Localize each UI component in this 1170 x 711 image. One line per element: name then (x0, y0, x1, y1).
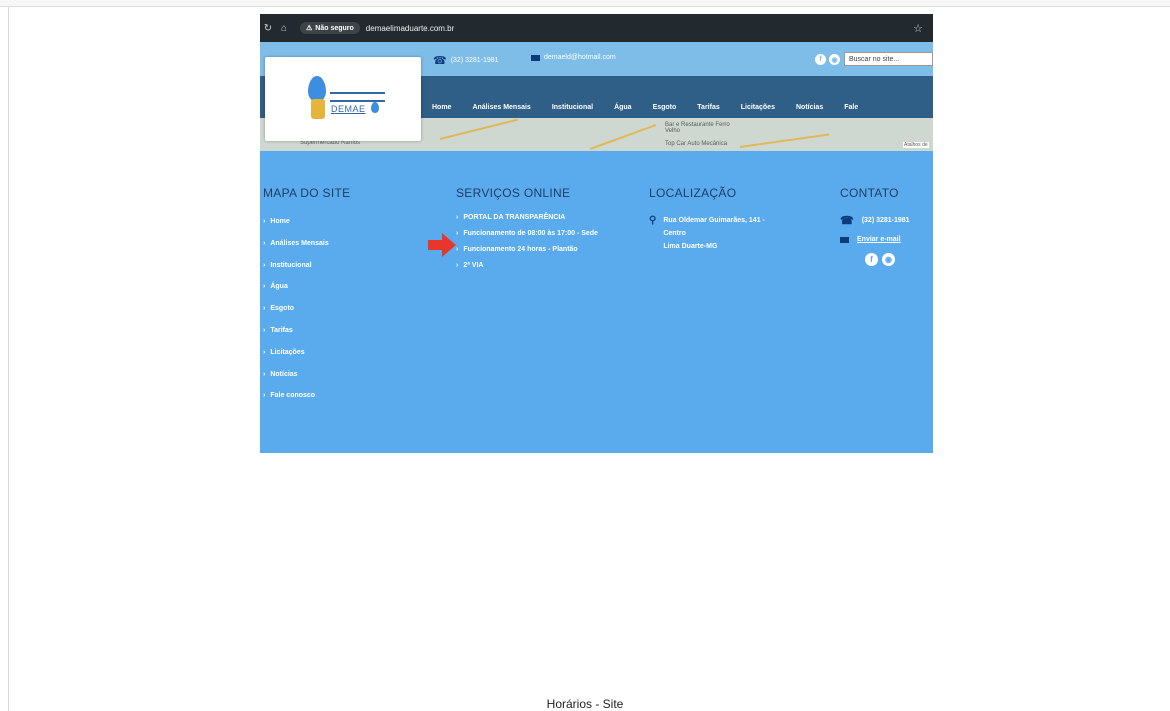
sitemap-link[interactable]: › Fale conosco (263, 392, 350, 414)
mascot-icon (311, 99, 325, 119)
service-link[interactable]: › Funcionamento 24 horas - Plantão (456, 246, 626, 253)
sitemap-link[interactable]: › Licitações (263, 349, 350, 371)
contact-title: CONTATO (840, 186, 899, 200)
nav-item-tarifas[interactable]: Tarifas (697, 104, 719, 111)
contact-column: CONTATO ☎ (32) 3281-1981 Enviar e-mail f … (840, 186, 910, 266)
bookmark-star-icon[interactable]: ☆ (913, 22, 923, 35)
map-label: Bar e Restaurante Ferro Velho (665, 122, 730, 134)
chevron-right-icon: › (263, 370, 266, 378)
warning-icon: ⚠ (306, 25, 313, 32)
nav-item-home[interactable]: Home (432, 104, 451, 111)
nav-item-fale[interactable]: Fale (844, 104, 858, 111)
red-arrow-icon (428, 233, 456, 257)
chevron-right-icon: › (263, 283, 266, 291)
logo-bars (330, 92, 385, 102)
chevron-right-icon: › (456, 230, 459, 237)
sitemap-column: MAPA DO SITE › Home › Análises Mensais › In… (263, 186, 350, 414)
sitemap-title: MAPA DO SITE (263, 186, 351, 200)
figure-caption: Horários - Site (546, 697, 624, 711)
services-column: SERVIÇOS ONLINE › PORTAL DA TRANSPARÊNCIA… (456, 186, 626, 278)
chevron-right-icon: › (456, 214, 459, 221)
chevron-right-icon: › (456, 246, 459, 253)
phone-icon: ☎ (840, 215, 854, 227)
topbar-socials: f ◉ (815, 54, 840, 65)
sitemap-link[interactable]: › Institucional (263, 262, 350, 284)
browser-address-bar: ↻ ⌂ ⚠ Não seguro demaelimaduarte.com.br ☆ (260, 14, 933, 42)
chevron-right-icon: › (263, 392, 266, 400)
address-line: Lima Duarte-MG (663, 243, 718, 250)
site-logo[interactable]: DEMAE (265, 57, 421, 141)
nav-item-institucional[interactable]: Institucional (552, 104, 593, 111)
service-link[interactable]: › Funcionamento de 08:00 às 17:00 - Sede (456, 230, 626, 237)
logo-text: DEMAE (331, 104, 366, 114)
map-road (739, 133, 830, 148)
service-link[interactable]: › 2ª VIA (456, 262, 626, 269)
location-title: LOCALIZAÇÃO (649, 186, 737, 200)
sitemap-link[interactable]: › Home (263, 218, 350, 240)
website-screenshot: ↻ ⌂ ⚠ Não seguro demaelimaduarte.com.br ☆… (260, 14, 933, 453)
chevron-right-icon: › (263, 305, 266, 313)
sitemap-link[interactable]: › Tarifas (263, 327, 350, 349)
contact-email-link[interactable]: Enviar e-mail (840, 236, 910, 243)
sitemap-link[interactable]: › Análises Mensais (263, 240, 350, 262)
service-link[interactable]: › PORTAL DA TRANSPARÊNCIA (456, 214, 626, 221)
search-input[interactable]: Buscar no site... (844, 52, 933, 66)
contact-phone: ☎ (32) 3281-1981 (840, 215, 910, 227)
address-line: Centro (663, 230, 686, 237)
nav-item-agua[interactable]: Água (614, 104, 632, 111)
site-footer: MAPA DO SITE › Home › Análises Mensais › In… (260, 150, 933, 453)
chevron-right-icon: › (263, 348, 266, 356)
reload-icon[interactable]: ↻ (260, 23, 276, 34)
address-block: ⚲ Rua Oldemar Guimarães, 141 - Centro Li… (649, 214, 765, 253)
sitemap-link[interactable]: › Esgoto (263, 305, 350, 327)
address-line: Rua Oldemar Guimarães, 141 - (663, 217, 765, 224)
chevron-right-icon: › (456, 262, 459, 269)
security-badge[interactable]: ⚠ Não seguro (300, 22, 360, 34)
services-title: SERVIÇOS ONLINE (456, 186, 571, 200)
topbar-phone: ☎ (32) 3281-1981 (433, 55, 499, 67)
location-column: LOCALIZAÇÃO ⚲ Rua Oldemar Guimarães, 141… (649, 186, 765, 253)
sitemap-list: › Home › Análises Mensais › Institucional ›… (263, 218, 350, 414)
nav-item-esgoto[interactable]: Esgoto (653, 104, 677, 111)
nav-item-noticias[interactable]: Notícias (796, 104, 823, 111)
home-icon[interactable]: ⌂ (276, 23, 292, 34)
facebook-icon[interactable]: f (865, 253, 878, 266)
mail-icon (531, 54, 540, 61)
nav-item-licitacoes[interactable]: Licitações (741, 104, 775, 111)
sitemap-link[interactable]: › Notícias (263, 371, 350, 393)
small-drop-icon (371, 102, 379, 113)
chevron-right-icon: › (263, 218, 266, 225)
map-road (439, 118, 518, 140)
services-list: › PORTAL DA TRANSPARÊNCIA › Funcionamento … (456, 214, 626, 269)
mail-icon (840, 236, 849, 243)
nav-item-analises[interactable]: Análises Mensais (472, 104, 530, 111)
url-text[interactable]: demaelimaduarte.com.br (366, 24, 454, 33)
sitemap-link[interactable]: › Água (263, 283, 350, 305)
topbar-email[interactable]: demaeld@hotmail.com (531, 54, 616, 61)
instagram-icon[interactable]: ◉ (829, 54, 840, 65)
phone-icon: ☎ (433, 55, 447, 67)
chevron-right-icon: › (263, 261, 266, 269)
main-nav: Home Análises Mensais Institucional Água… (432, 104, 879, 111)
instagram-icon[interactable]: ◉ (882, 253, 895, 266)
chevron-right-icon: › (263, 326, 266, 334)
map-label: Top Car Auto Mecânica (665, 141, 728, 147)
footer-socials: f ◉ (865, 253, 910, 266)
facebook-icon[interactable]: f (815, 54, 826, 65)
document-top-border (0, 0, 1170, 7)
map-road (589, 124, 657, 150)
map-attribution: Atalhos de (903, 142, 929, 148)
chevron-right-icon: › (263, 239, 266, 247)
map-pin-icon: ⚲ (649, 215, 657, 226)
